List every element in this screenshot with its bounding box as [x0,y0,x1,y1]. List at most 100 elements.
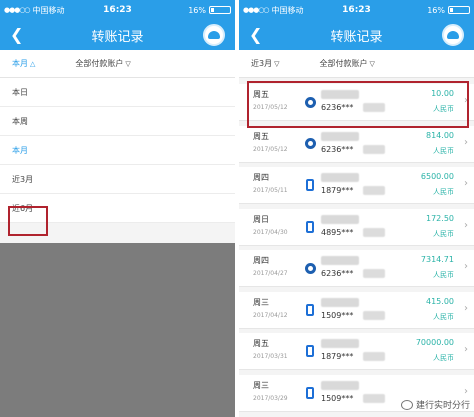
period-filter[interactable]: 近3月 ▽ [251,58,279,69]
clock: 16:23 [103,5,132,15]
amount: 415.00 [426,296,454,306]
assistant-avatar-icon[interactable] [203,24,225,46]
chevron-right-icon: › [464,219,468,231]
period-option-3months[interactable]: 近3月 [0,165,235,194]
period-filter-label: 近3月 [251,59,273,68]
period-filter[interactable]: 本月 △ [12,58,35,69]
currency: 人民币 [433,354,454,362]
date: 2017/05/12 [253,145,288,153]
blurred-payee-name [321,297,359,307]
chevron-right-icon: › [464,136,468,148]
period-dropdown: 本日 本周 本月 近3月 近6月 [0,78,235,223]
currency: 人民币 [433,188,454,196]
table-row[interactable]: 周五 2017/05/12 6236*** 814.00 人民币 › [239,125,474,163]
nav-bar: ❮ 转账记录 [239,20,474,50]
filter-bar: 本月 △ 全部付款账户 ▽ [0,50,235,78]
currency: 人民币 [433,312,454,321]
amount: 172.50 [426,213,454,223]
account-number: 4895*** [321,227,354,237]
phone-icon [304,345,316,357]
weekday: 周三 [253,297,269,307]
account-number: 1879*** [321,186,354,195]
weekday: 周四 [253,256,269,265]
amount: 6500.00 [420,172,454,181]
weekday: 周日 [253,214,269,224]
blurred-payee-name [321,256,359,265]
weekday: 周四 [253,173,269,182]
period-option-today[interactable]: 本日 [0,78,235,107]
chevron-down-icon: ▽ [274,60,280,68]
blurred-account-tail [363,269,385,278]
table-row[interactable]: 周四 2017/05/11 1879*** 6500.00 人民币 › [239,167,474,204]
back-chevron-icon[interactable]: ❮ [10,25,23,44]
table-row[interactable]: 周三 2017/04/12 1509*** 415.00 人民币 › [239,291,474,329]
date: 2017/04/12 [253,311,288,319]
account-filter-label: 全部付款账户 [75,59,124,68]
page-title: 转账记录 [91,29,144,45]
blurred-account-tail [363,310,385,320]
period-filter-label: 本月 [12,59,28,68]
chevron-right-icon: › [464,261,468,272]
battery-icon [209,6,231,14]
amount: 814.00 [426,130,454,140]
weekday: 周五 [253,339,269,348]
nav-bar: ❮ 转账记录 [0,20,235,50]
phone-icon [304,220,316,233]
period-option-month[interactable]: 本月 [0,136,235,165]
date: 2017/03/31 [253,353,288,360]
table-row[interactable]: 周四 2017/04/27 6236*** 7314.71 人民币 › [239,250,474,287]
table-row[interactable]: 周日 2017/04/30 4895*** 172.50 人民币 › [239,208,474,246]
watermark: 建行实时分行 [400,398,470,411]
wechat-icon [400,399,413,410]
chevron-down-icon: ▽ [369,60,375,68]
account-number: 1509*** [321,310,354,320]
weekday: 周三 [253,380,269,390]
table-row[interactable]: 周五 2017/03/31 1879*** 70000.00 人民币 › [239,333,474,370]
blurred-account-tail [363,352,385,361]
watermark-text: 建行实时分行 [415,401,470,411]
assistant-avatar-icon[interactable] [442,24,464,46]
account-filter[interactable]: 全部付款账户 ▽ [75,58,130,69]
currency: 人民币 [433,229,454,238]
date: 2017/03/29 [253,394,288,402]
right-phone-screen: ●●●○○ 中国移动 16:23 16% ❮ 转账记录 近3月 ▽ 全部付款账户 ▽… [239,0,474,417]
date: 2017/05/11 [253,187,288,194]
weekday: 周五 [253,131,269,141]
page-title: 转账记录 [330,29,383,45]
status-bar: ●●●○○ 中国移动 16:23 16% [0,0,235,20]
account-number: 1509*** [321,393,354,403]
account-number: 6236*** [321,144,354,154]
blurred-payee-name [321,339,359,348]
period-option-week[interactable]: 本周 [0,107,235,136]
dim-overlay[interactable] [0,243,235,417]
highlight-box [247,81,469,128]
ccb-logo-icon [304,262,316,274]
back-chevron-icon[interactable]: ❮ [249,25,262,44]
chevron-right-icon: › [464,178,468,189]
blurred-account-tail [363,186,385,195]
phone-icon [304,179,316,191]
chevron-down-icon: ▽ [125,60,131,68]
amount: 7314.71 [420,255,454,264]
currency: 人民币 [433,146,454,155]
chevron-up-icon: △ [30,60,36,68]
filter-bar: 近3月 ▽ 全部付款账户 ▽ [239,50,474,78]
account-number: 6236*** [321,269,354,278]
phone-icon [304,303,316,316]
phone-icon [304,386,316,399]
chevron-right-icon: › [464,302,468,314]
blurred-payee-name [321,131,359,141]
clock: 16:23 [342,5,371,15]
blurred-payee-name [321,173,359,182]
status-bar: ●●●○○ 中国移动 16:23 16% [239,0,474,20]
account-filter[interactable]: 全部付款账户 ▽ [319,58,374,69]
account-filter-label: 全部付款账户 [319,59,368,68]
ccb-logo-icon [304,138,316,150]
chevron-right-icon: › [464,344,468,355]
date: 2017/04/30 [253,228,288,236]
blurred-account-tail [363,144,385,154]
battery-icon [448,6,470,14]
account-number: 1879*** [321,352,354,361]
highlight-box [8,206,48,236]
left-phone-screen: ●●●○○ 中国移动 16:23 16% ❮ 转账记录 本月 △ 全部付款账户 ▽ … [0,0,235,417]
